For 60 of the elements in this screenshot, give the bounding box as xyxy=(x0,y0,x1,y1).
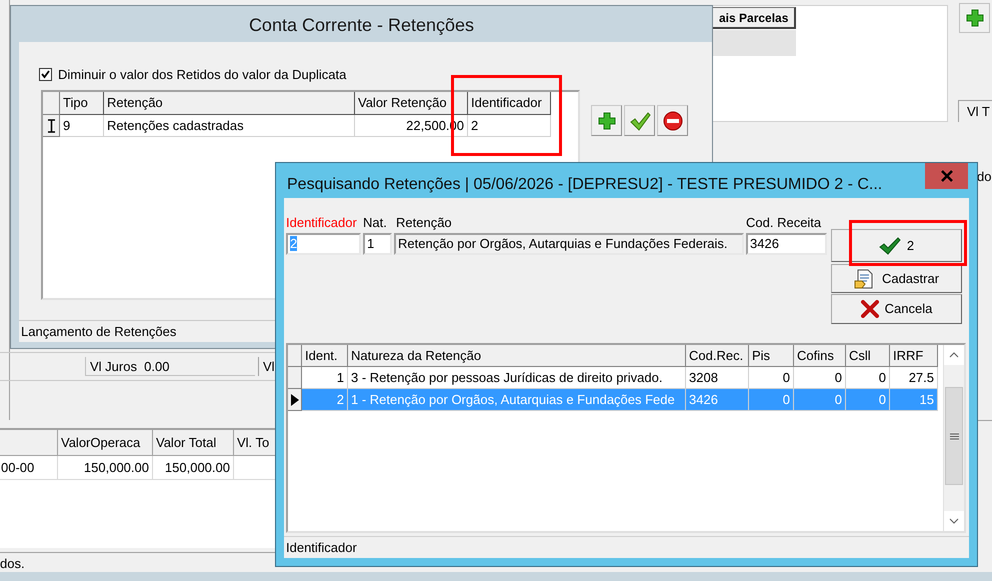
field-label: Identificador xyxy=(286,215,357,231)
scrollbar[interactable] xyxy=(943,345,964,531)
window-title: Pesquisando Retenções | 05/06/2026 - [DEPRESU2] - TESTE PRESUMIDO 2 - C... xyxy=(287,175,882,195)
field-label: Cod. Receita xyxy=(746,215,822,231)
window-title: Conta Corrente - Retenções xyxy=(248,14,476,37)
row-selector[interactable] xyxy=(43,115,60,137)
checkmark-icon xyxy=(878,236,901,254)
table-cell: 150,000.00 xyxy=(153,456,234,480)
add-button[interactable] xyxy=(959,3,990,33)
table-row[interactable]: 1 3 - Retenção por pessoas Jurídicas de direito privado. 3208 0 0 0 27.5 xyxy=(302,367,938,389)
register-button[interactable]: Cadastrar xyxy=(831,264,962,293)
confirm-button[interactable]: 2 xyxy=(831,229,962,262)
column-header[interactable]: Retenção xyxy=(104,92,355,115)
parcelas-tab[interactable]: ais Parcelas xyxy=(712,7,796,29)
column-header: ValorOperaca xyxy=(58,430,153,456)
column-header[interactable]: Valor Retenção xyxy=(355,92,468,115)
table-cell: 150,000.00 xyxy=(58,456,153,480)
plus-icon xyxy=(964,8,984,28)
column-header[interactable]: Natureza da Retenção xyxy=(348,345,686,367)
column-header[interactable]: Ident. xyxy=(302,345,348,367)
field-label: Retenção xyxy=(396,215,452,231)
column-header[interactable]: IRRF xyxy=(890,345,938,367)
field-label: Nat. xyxy=(363,215,387,231)
checkbox-label: Diminuir o valor dos Retidos do valor da Duplicata xyxy=(58,66,346,84)
add-button[interactable] xyxy=(591,105,622,136)
status-bar: Identificador xyxy=(284,536,969,558)
column-header: Valor Total xyxy=(153,430,234,456)
juros-label: Vl Juros 0.00 xyxy=(85,357,255,376)
table-cell: 2 xyxy=(468,115,551,137)
scroll-down-icon xyxy=(949,518,959,524)
total-label: Vl T xyxy=(958,100,992,122)
table-cell: 9 xyxy=(60,115,104,137)
plus-icon xyxy=(596,110,616,130)
row-selector[interactable] xyxy=(288,389,302,411)
scroll-thumb[interactable] xyxy=(945,387,963,485)
close-icon xyxy=(860,300,879,318)
grip-icon xyxy=(950,432,958,440)
column-header[interactable]: Cofins xyxy=(794,345,846,367)
header-cell xyxy=(43,92,60,115)
table-cell: 00-00 xyxy=(0,456,58,480)
minus-icon xyxy=(662,110,682,130)
column-header[interactable]: Csll xyxy=(846,345,890,367)
cancel-button[interactable]: Cancela xyxy=(831,294,962,324)
input-field[interactable]: 1 xyxy=(363,233,392,255)
checkmark-icon xyxy=(628,110,650,130)
column-header[interactable]: Pis xyxy=(749,345,794,367)
scroll-up-icon xyxy=(949,352,959,358)
close-icon xyxy=(940,170,952,182)
input-field: Retenção por Orgãos, Autarquias e Fundações Federais. xyxy=(394,233,744,255)
table-cell: Retenções cadastradas xyxy=(104,115,355,137)
close-button[interactable] xyxy=(925,163,968,189)
status-text: dos. xyxy=(0,552,276,570)
column-header[interactable]: Identificador xyxy=(468,92,551,115)
checkbox[interactable] xyxy=(39,68,52,82)
column-header[interactable]: Tipo xyxy=(60,92,104,115)
column-header[interactable]: Cod.Rec. xyxy=(686,345,749,367)
header-cell xyxy=(288,345,302,367)
input-field[interactable]: 3426 xyxy=(746,233,827,255)
confirm-button[interactable] xyxy=(624,105,655,136)
remove-button[interactable] xyxy=(657,105,688,136)
